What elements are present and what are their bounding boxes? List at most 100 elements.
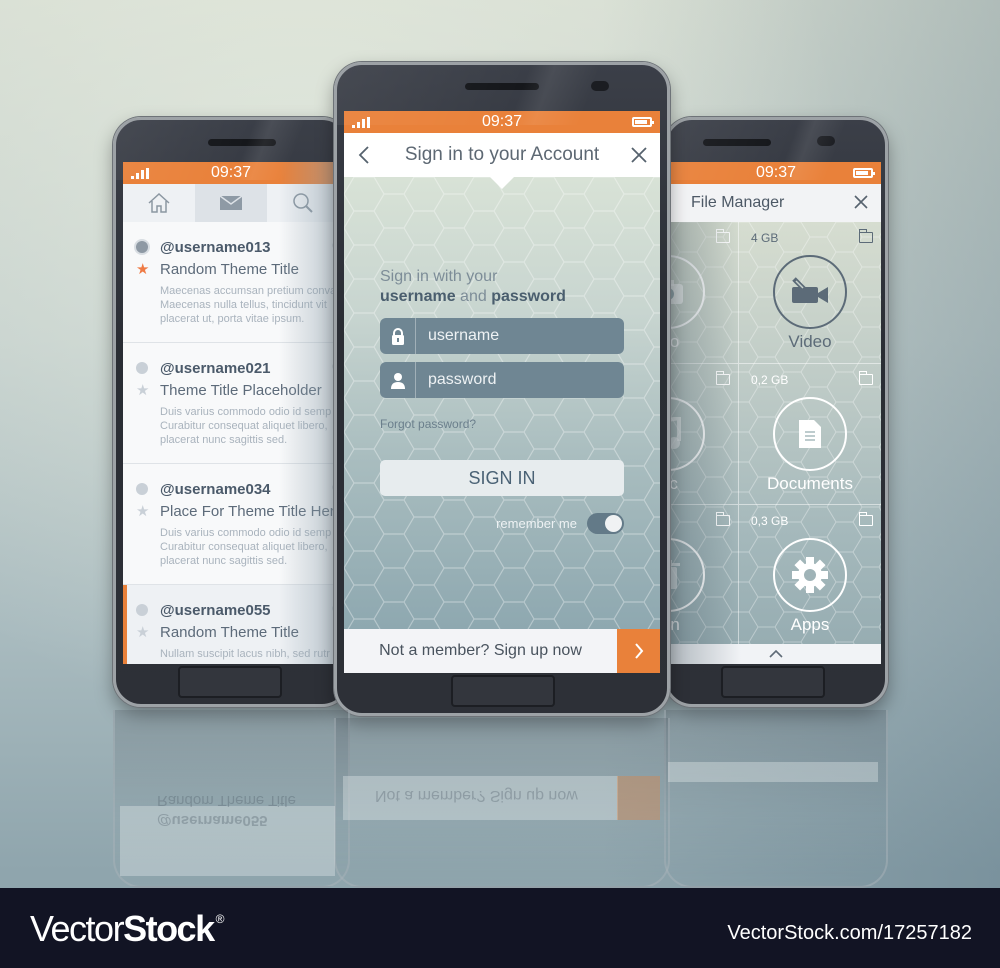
watermark-logo: VectorStock ® xyxy=(30,908,225,949)
tile-label: Documents xyxy=(767,474,853,493)
music-icon xyxy=(671,417,681,449)
message-list: @username013 ★ Random Theme Title Maecena… xyxy=(123,222,339,664)
message-item-selected[interactable]: @username055 ★ Random Theme Title Nullam … xyxy=(123,585,339,664)
tab-bar xyxy=(123,184,339,228)
phone-file-manager: 09:37 File Manager oto 4 GB xyxy=(664,117,888,707)
sign-up-bar[interactable]: Not a member? Sign up now xyxy=(344,629,660,673)
battery-icon xyxy=(632,117,654,127)
unread-indicator-icon xyxy=(136,483,148,495)
unread-indicator-icon xyxy=(136,362,148,374)
messages-screen: 09:37 @username013 ★ Random Theme Title M… xyxy=(123,162,339,664)
message-title: Random Theme Title xyxy=(160,260,299,278)
hex-pattern xyxy=(344,177,660,629)
message-user: @username055 xyxy=(160,601,271,619)
folder-icon xyxy=(858,371,873,385)
status-time: 09:37 xyxy=(210,164,252,181)
search-icon xyxy=(293,193,313,213)
camera xyxy=(817,136,835,146)
file-grid: oto 4 GB Video sic 0,2 GB xyxy=(671,222,881,644)
expand-bar[interactable] xyxy=(671,644,881,664)
star-icon[interactable]: ★ xyxy=(136,261,149,277)
chevron-left-icon xyxy=(358,146,369,164)
tile-label: Apps xyxy=(790,615,830,634)
mail-icon xyxy=(219,195,243,210)
tab-mail[interactable] xyxy=(195,184,267,228)
status-bar: 09:37 xyxy=(123,162,339,184)
home-button[interactable] xyxy=(178,666,282,698)
username-input[interactable] xyxy=(428,327,608,345)
video-camera-icon xyxy=(792,277,828,303)
tile-photo[interactable]: oto xyxy=(671,222,739,364)
unread-indicator-icon xyxy=(136,604,148,616)
folder-icon xyxy=(715,371,730,385)
video-circle xyxy=(773,255,847,329)
message-preview: Duis varius commodo odio id semp Curabitu… xyxy=(160,527,332,567)
sign-up-arrow-button[interactable] xyxy=(617,629,660,673)
forgot-password-link[interactable]: Forgot password? xyxy=(380,417,476,431)
close-button[interactable] xyxy=(853,194,869,214)
tab-search[interactable] xyxy=(267,184,339,222)
tile-size: 0,2 GB xyxy=(751,373,789,387)
chevron-right-icon xyxy=(634,643,643,659)
close-icon xyxy=(854,195,868,209)
tile-size: 4 GB xyxy=(751,231,779,245)
message-item[interactable]: @username021 ★ Theme Title Placeholder Du… xyxy=(123,343,339,464)
tile-recycle-bin[interactable]: Bin xyxy=(671,505,739,644)
signal-icon xyxy=(352,117,370,128)
trash-icon xyxy=(671,560,680,589)
watermark-url: VectorStock.com/17257182 xyxy=(727,922,972,944)
message-item[interactable]: @username013 ★ Random Theme Title Maecena… xyxy=(123,222,339,343)
read-indicator-icon xyxy=(136,241,148,253)
sign-up-link[interactable]: Not a member? Sign up now xyxy=(344,642,617,660)
message-user: @username021 xyxy=(160,359,271,377)
folder-icon xyxy=(858,229,873,243)
close-button[interactable] xyxy=(630,133,648,177)
sign-in-body: Sign in with your username and password … xyxy=(344,177,660,629)
username-field[interactable] xyxy=(380,318,624,354)
message-title: Place For Theme Title Her xyxy=(160,502,335,520)
tile-documents[interactable]: 0,2 GB Documents xyxy=(739,364,881,505)
home-icon xyxy=(148,192,170,213)
sign-in-button[interactable]: SIGN IN xyxy=(380,460,624,496)
sign-in-prompt: Sign in with your username and password xyxy=(380,268,566,305)
message-title: Random Theme Title xyxy=(160,623,299,641)
message-preview: Nullam suscipit lacus nibh, sed rutr xyxy=(160,648,330,660)
message-preview: Duis varius commodo odio id semp Curabitu… xyxy=(160,406,332,446)
file-manager-header: File Manager xyxy=(671,184,881,222)
battery-icon xyxy=(853,168,875,178)
page-title: Sign in to your Account xyxy=(404,144,600,165)
tile-music[interactable]: sic xyxy=(671,364,739,505)
tile-label: sic xyxy=(671,474,738,494)
star-icon[interactable]: ★ xyxy=(136,624,149,640)
back-button[interactable] xyxy=(358,133,370,177)
password-input[interactable] xyxy=(428,371,608,389)
password-field[interactable] xyxy=(380,362,624,398)
message-user: @username034 xyxy=(160,480,271,498)
camera xyxy=(591,81,609,91)
speaker xyxy=(208,139,276,146)
music-circle xyxy=(671,397,705,471)
message-item[interactable]: @username034 ★ Place For Theme Title Her … xyxy=(123,464,339,585)
status-bar: 09:37 xyxy=(671,162,881,184)
home-button[interactable] xyxy=(451,675,555,707)
tab-home[interactable] xyxy=(123,184,195,222)
sign-in-screen: 09:37 Sign in with your username and pas… xyxy=(344,111,660,673)
message-preview: Maecenas accumsan pretium conva Maecenas … xyxy=(160,285,337,325)
tile-apps[interactable]: 0,3 GB Apps xyxy=(739,505,881,644)
status-bar: 09:37 xyxy=(344,111,660,133)
photo-circle xyxy=(671,255,705,329)
tile-video[interactable]: 4 GB Video xyxy=(739,222,881,364)
close-icon xyxy=(631,147,647,163)
bin-circle xyxy=(671,538,705,612)
folder-icon xyxy=(715,229,730,243)
star-icon[interactable]: ★ xyxy=(136,503,149,519)
speaker xyxy=(465,83,539,90)
document-icon xyxy=(799,420,821,448)
home-button[interactable] xyxy=(721,666,825,698)
watermark-band: VectorStock ® VectorStock.com/17257182 xyxy=(0,888,1000,968)
status-time: 09:37 xyxy=(755,164,797,181)
star-icon[interactable]: ★ xyxy=(136,382,149,398)
remember-me: remember me xyxy=(496,513,624,534)
camera-icon xyxy=(671,280,683,304)
remember-me-toggle[interactable] xyxy=(587,513,624,534)
